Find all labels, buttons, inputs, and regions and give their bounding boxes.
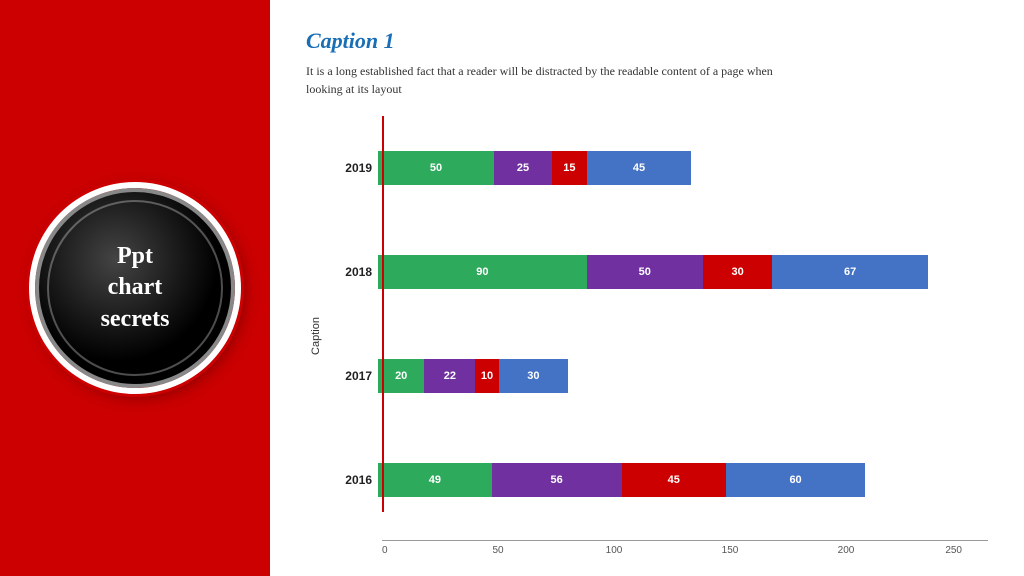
bar-row: 201720221030 <box>330 354 988 398</box>
bar-year-label: 2016 <box>330 473 378 487</box>
bar-segment: 30 <box>499 359 569 393</box>
bar-row: 201890503067 <box>330 250 988 294</box>
bars-area: 2019502515452018905030672017202210302016… <box>330 116 988 540</box>
bar-year-label: 2018 <box>330 265 378 279</box>
bar-segment: 20 <box>378 359 424 393</box>
bar-segment: 67 <box>772 255 927 289</box>
x-tick: 0 <box>382 545 440 556</box>
caption-desc: It is a long established fact that a rea… <box>306 62 786 98</box>
x-tick: 250 <box>904 545 962 556</box>
bar-segment: 10 <box>475 359 498 393</box>
bar-row: 201649564560 <box>330 458 988 502</box>
circle-text: Ppt chart secrets <box>101 241 170 335</box>
x-tick: 50 <box>440 545 556 556</box>
bar-segment: 45 <box>587 151 691 185</box>
bar-segment: 56 <box>492 463 622 497</box>
bar-year-label: 2019 <box>330 161 378 175</box>
decorative-circle: Ppt chart secrets <box>35 188 235 388</box>
bar-segment: 25 <box>494 151 552 185</box>
bar-track: 20221030 <box>378 359 568 393</box>
bar-segment: 60 <box>726 463 865 497</box>
x-tick: 200 <box>788 545 904 556</box>
bar-segment: 50 <box>378 151 494 185</box>
bar-segment: 15 <box>552 151 587 185</box>
bar-year-label: 2017 <box>330 369 378 383</box>
caption-title: Caption 1 <box>306 28 988 54</box>
bar-track: 50251545 <box>378 151 691 185</box>
x-axis-line <box>382 540 988 541</box>
bar-segment: 50 <box>587 255 703 289</box>
bar-segment: 90 <box>378 255 587 289</box>
y-axis-label: Caption <box>310 317 322 355</box>
bar-track: 49564560 <box>378 463 865 497</box>
x-tick: 100 <box>556 545 672 556</box>
bar-segment: 49 <box>378 463 492 497</box>
bar-segment: 45 <box>622 463 726 497</box>
chart-container: Caption 20195025154520189050306720172022… <box>306 116 988 556</box>
left-panel: Ppt chart secrets <box>0 0 270 576</box>
right-panel: Caption 1 It is a long established fact … <box>270 0 1024 576</box>
bar-segment: 22 <box>424 359 475 393</box>
x-tick: 150 <box>672 545 788 556</box>
bar-track: 90503067 <box>378 255 928 289</box>
x-ticks: 050100150200250 <box>382 545 988 556</box>
chart-inner: 2019502515452018905030672017202210302016… <box>330 116 988 556</box>
bar-row: 201950251545 <box>330 146 988 190</box>
bar-segment: 30 <box>703 255 773 289</box>
y-axis-label-container: Caption <box>306 116 326 556</box>
x-axis: 050100150200250 <box>330 540 988 556</box>
